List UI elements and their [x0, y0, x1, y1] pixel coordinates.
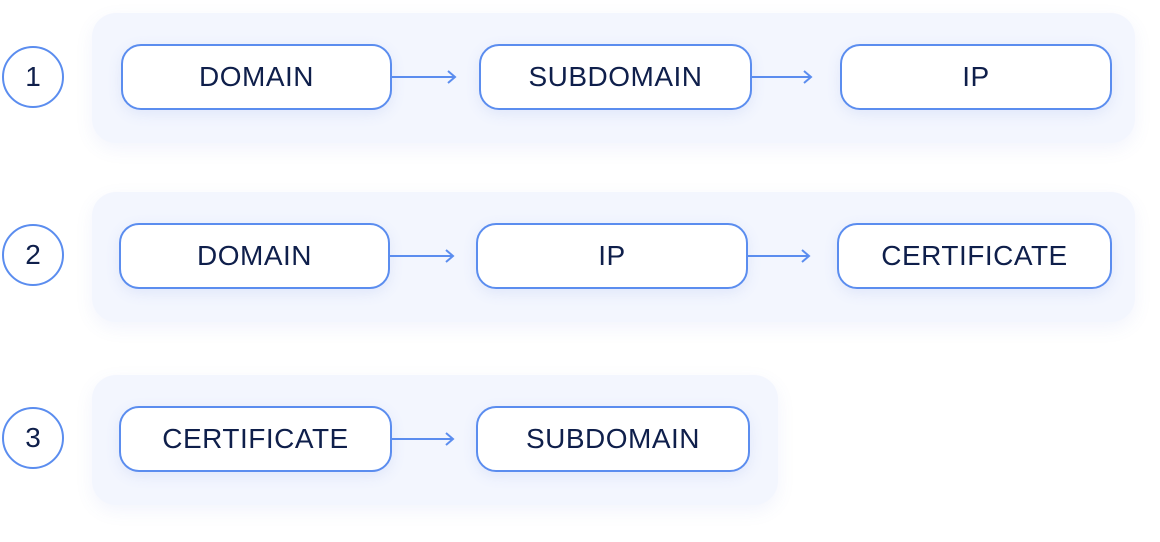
row-2-number: 2: [2, 224, 64, 286]
row-3-node-certificate: CERTIFICATE: [119, 406, 392, 472]
arrow-icon: [752, 70, 813, 84]
row-2-node-certificate: CERTIFICATE: [837, 223, 1112, 289]
row-1-node-domain: DOMAIN: [121, 44, 392, 110]
row-3-node-subdomain: SUBDOMAIN: [476, 406, 750, 472]
row-1-node-subdomain: SUBDOMAIN: [479, 44, 752, 110]
row-2-node-domain: DOMAIN: [119, 223, 390, 289]
row-2-node-ip: IP: [476, 223, 748, 289]
row-1-number: 1: [2, 46, 64, 108]
row-1-node-ip: IP: [840, 44, 1112, 110]
arrow-icon: [748, 249, 811, 263]
row-3-number: 3: [2, 407, 64, 469]
arrow-icon: [390, 249, 455, 263]
arrow-icon: [392, 432, 455, 446]
arrow-icon: [392, 70, 457, 84]
